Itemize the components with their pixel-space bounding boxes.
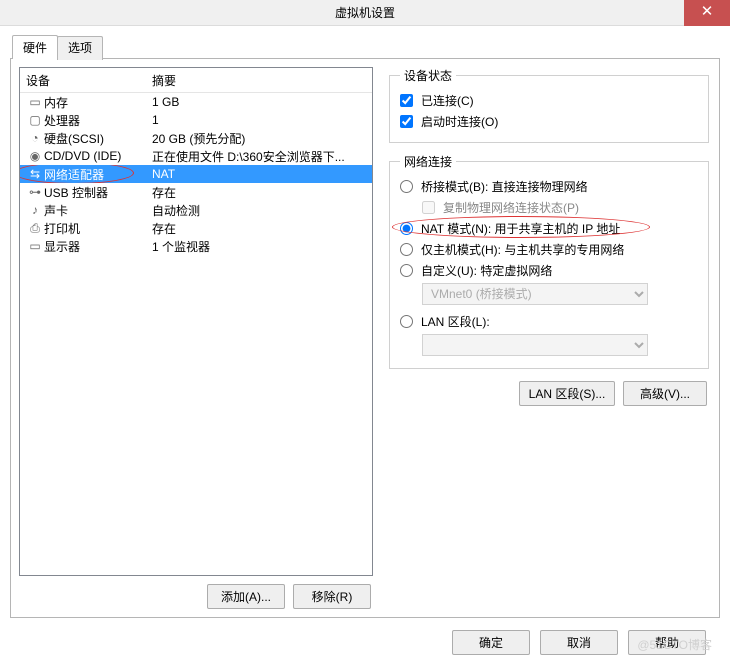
device-label: USB 控制器: [44, 184, 152, 201]
device-label: 显示器: [44, 238, 152, 255]
row-network[interactable]: ⇆ 网络适配器 NAT: [20, 165, 372, 183]
advanced-button[interactable]: 高级(V)...: [623, 381, 707, 406]
chk-connect-on-start[interactable]: 启动时连接(O): [400, 111, 698, 132]
net-legend: 网络连接: [400, 153, 456, 170]
radio-hostonly[interactable]: 仅主机模式(H): 与主机共享的专用网络: [400, 239, 698, 260]
help-button[interactable]: 帮助: [628, 630, 706, 655]
radio-bridged-label: 桥接模式(B): 直接连接物理网络: [421, 178, 588, 195]
radio-lan[interactable]: LAN 区段(L):: [400, 311, 698, 332]
cpu-icon: ▢: [26, 113, 44, 127]
usb-icon: ⊶: [26, 185, 44, 199]
chk-replicate-input: [422, 201, 435, 214]
radio-custom-label: 自定义(U): 特定虚拟网络: [421, 262, 552, 279]
device-summary: 1 GB: [152, 95, 366, 109]
chk-connect-on-label: 启动时连接(O): [421, 113, 498, 130]
radio-hostonly-input[interactable]: [400, 243, 413, 256]
device-summary: 自动检测: [152, 202, 366, 219]
radio-custom-input[interactable]: [400, 264, 413, 277]
network-connection-group: 网络连接 桥接模式(B): 直接连接物理网络 复制物理网络连接状态(P) NAT…: [389, 153, 709, 369]
radio-hostonly-label: 仅主机模式(H): 与主机共享的专用网络: [421, 241, 624, 258]
radio-nat-input[interactable]: [400, 222, 413, 235]
chk-connected-input[interactable]: [400, 94, 413, 107]
cd-icon: ◉: [26, 149, 44, 163]
device-label: 处理器: [44, 112, 152, 129]
chk-replicate-label: 复制物理网络连接状态(P): [443, 199, 579, 216]
add-button[interactable]: 添加(A)...: [207, 584, 285, 609]
device-summary: 1: [152, 113, 366, 127]
window-title: 虚拟机设置: [335, 6, 395, 20]
row-cpu[interactable]: ▢ 处理器 1: [20, 111, 372, 129]
device-label: 声卡: [44, 202, 152, 219]
radio-custom[interactable]: 自定义(U): 特定虚拟网络: [400, 260, 698, 281]
device-label: 打印机: [44, 220, 152, 237]
memory-icon: ▭: [26, 95, 44, 109]
radio-nat-label: NAT 模式(N): 用于共享主机的 IP 地址: [421, 220, 620, 237]
title-bar: 虚拟机设置 ✕: [0, 0, 730, 26]
row-hdd[interactable]: ◔ 硬盘(SCSI) 20 GB (预先分配): [20, 129, 372, 147]
printer-icon: ⎙: [26, 221, 44, 236]
ok-button[interactable]: 确定: [452, 630, 530, 655]
device-label: 内存: [44, 94, 152, 111]
status-legend: 设备状态: [400, 67, 456, 84]
lan-segments-button[interactable]: LAN 区段(S)...: [519, 381, 615, 406]
device-label: CD/DVD (IDE): [44, 149, 152, 163]
device-list: 设备 摘要 ▭ 内存 1 GB ▢ 处理器 1 ◔ 硬盘(SCSI) 20 GB…: [19, 67, 373, 576]
device-summary: 存在: [152, 220, 366, 237]
list-header: 设备 摘要: [20, 68, 372, 93]
dialog-footer: 确定 取消 帮助: [0, 630, 730, 655]
radio-lan-label: LAN 区段(L):: [421, 313, 490, 330]
remove-button[interactable]: 移除(R): [293, 584, 371, 609]
col-summary: 摘要: [152, 72, 366, 89]
tab-hardware[interactable]: 硬件: [12, 35, 58, 59]
device-summary: 1 个监视器: [152, 238, 366, 255]
row-cddvd[interactable]: ◉ CD/DVD (IDE) 正在使用文件 D:\360安全浏览器下...: [20, 147, 372, 165]
device-summary: 20 GB (预先分配): [152, 130, 366, 147]
device-status-group: 设备状态 已连接(C) 启动时连接(O): [389, 67, 709, 143]
lan-select: [422, 334, 648, 356]
chk-connect-on-input[interactable]: [400, 115, 413, 128]
vnet-select: VMnet0 (桥接模式): [422, 283, 648, 305]
row-display[interactable]: ▭ 显示器 1 个监视器: [20, 237, 372, 255]
col-device: 设备: [26, 72, 152, 89]
cancel-button[interactable]: 取消: [540, 630, 618, 655]
row-usb[interactable]: ⊶ USB 控制器 存在: [20, 183, 372, 201]
row-memory[interactable]: ▭ 内存 1 GB: [20, 93, 372, 111]
radio-lan-input[interactable]: [400, 315, 413, 328]
close-button[interactable]: ✕: [684, 0, 730, 26]
device-summary: NAT: [152, 167, 366, 181]
radio-bridged-input[interactable]: [400, 180, 413, 193]
device-summary: 存在: [152, 184, 366, 201]
display-icon: ▭: [26, 239, 44, 253]
sound-icon: ♪: [26, 203, 44, 217]
chk-connected-label: 已连接(C): [421, 92, 474, 109]
row-sound[interactable]: ♪ 声卡 自动检测: [20, 201, 372, 219]
tab-bar: 硬件 选项: [12, 35, 720, 59]
tab-options[interactable]: 选项: [57, 36, 103, 60]
device-summary: 正在使用文件 D:\360安全浏览器下...: [152, 148, 366, 165]
radio-nat[interactable]: NAT 模式(N): 用于共享主机的 IP 地址: [400, 218, 698, 239]
device-label: 硬盘(SCSI): [44, 130, 152, 147]
chk-replicate: 复制物理网络连接状态(P): [422, 197, 698, 218]
disk-icon: ◔: [26, 131, 44, 145]
device-label: 网络适配器: [44, 166, 152, 183]
row-printer[interactable]: ⎙ 打印机 存在: [20, 219, 372, 237]
radio-bridged[interactable]: 桥接模式(B): 直接连接物理网络: [400, 176, 698, 197]
chk-connected[interactable]: 已连接(C): [400, 90, 698, 111]
network-icon: ⇆: [26, 167, 44, 181]
